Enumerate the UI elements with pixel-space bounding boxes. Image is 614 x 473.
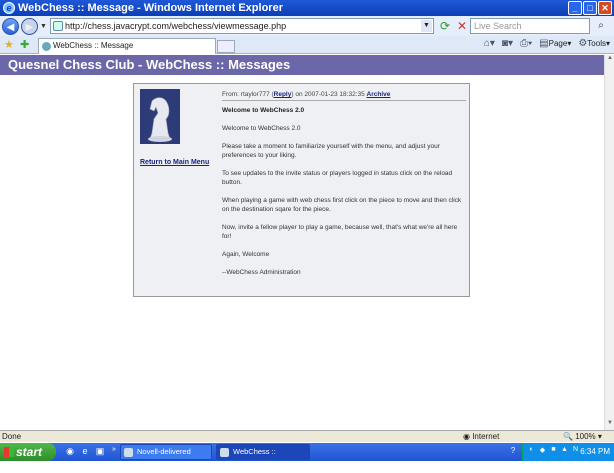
stop-icon[interactable]: ✕	[454, 18, 470, 34]
address-dropdown-icon[interactable]: ▼	[421, 20, 432, 32]
add-favorites-icon[interactable]: ✚	[20, 38, 29, 51]
history-dropdown-icon[interactable]: ▼	[40, 23, 47, 30]
taskbar: start ◉ e ▣ » Novell-delivered Appli... …	[0, 443, 614, 470]
system-tray: ◐ ◆ ■ ▲ N 6:34 PM	[522, 443, 614, 461]
page-icon	[53, 21, 63, 31]
page-icon-small: ▤	[539, 38, 549, 49]
quicklaunch-ie-icon[interactable]: e	[79, 446, 91, 458]
minimize-button[interactable]: _	[568, 1, 582, 15]
forward-button[interactable]: ▶	[21, 17, 38, 35]
app-icon	[124, 448, 133, 457]
scroll-up-icon[interactable]: ▲	[605, 55, 614, 65]
gear-icon: ⚙	[578, 38, 588, 49]
window-controls: _ □ ✕	[568, 1, 612, 15]
ie-taskbar-icon	[220, 448, 229, 457]
address-url: http://chess.javacrypt.com/webchess/view…	[65, 21, 287, 31]
tray-icon[interactable]: ■	[549, 446, 558, 456]
message-paragraph: Please take a moment to familiarize your…	[222, 143, 440, 159]
feeds-icon[interactable]: ◙▾	[502, 38, 513, 49]
tab-bar: ★ ✚ WebChess :: Message ⌂▾ ◙▾ ⎙▾ ▤Page▾ …	[0, 36, 614, 54]
address-bar-row: ◀ ▶ ▼ http://chess.javacrypt.com/webches…	[0, 16, 614, 36]
tab-webchess-message[interactable]: WebChess :: Message	[38, 38, 216, 54]
quicklaunch-icon[interactable]: ▣	[94, 446, 106, 458]
ie-icon: e	[3, 2, 15, 14]
tray-icon[interactable]: N	[571, 446, 580, 456]
message-from: From: rtaylor777 (Reply) on 2007-01-23 1…	[222, 90, 466, 101]
windows-flag-icon	[4, 447, 14, 457]
window-title: WebChess :: Message - Windows Internet E…	[18, 2, 283, 14]
message-panel: Return to Main Menu From: rtaylor777 (Re…	[133, 83, 470, 297]
page-menu[interactable]: ▤Page▾	[539, 38, 571, 49]
tab-label: WebChess :: Message	[53, 41, 134, 50]
window-titlebar: e WebChess :: Message - Windows Internet…	[0, 0, 614, 16]
clock: 6:34 PM	[580, 447, 610, 456]
message-subject: Welcome to WebChess 2.0	[222, 107, 305, 114]
taskbar-item-webchess[interactable]: WebChess :: Messag...	[216, 444, 310, 470]
page-title: Quesnel Chess Club - WebChess :: Message…	[0, 55, 604, 75]
close-button[interactable]: ✕	[598, 1, 612, 15]
message-body: From: rtaylor777 (Reply) on 2007-01-23 1…	[222, 90, 466, 277]
security-zone: ◉ Internet	[463, 432, 500, 441]
message-paragraph: Again, Welcome	[222, 251, 270, 258]
maximize-button[interactable]: □	[583, 1, 597, 15]
home-icon[interactable]: ⌂▾	[484, 38, 495, 49]
favorites-star-icon[interactable]: ★	[4, 38, 14, 51]
tray-icon[interactable]: ▲	[560, 446, 569, 456]
tools-menu[interactable]: ⚙Tools▾	[578, 38, 610, 49]
address-input[interactable]: http://chess.javacrypt.com/webchess/view…	[50, 18, 434, 34]
tab-page-icon	[42, 42, 51, 51]
help-icon[interactable]: ?	[507, 446, 519, 458]
quicklaunch-icon[interactable]: ◉	[64, 446, 76, 458]
zoom-control[interactable]: 🔍 100% ▾	[563, 431, 602, 442]
search-icon[interactable]: ⌕	[592, 18, 610, 34]
reply-link[interactable]: Reply	[274, 91, 292, 98]
tray-icons: ◐ ◆ ■ ▲ N	[527, 446, 580, 456]
return-main-menu-link[interactable]: Return to Main Menu	[140, 159, 209, 166]
print-icon[interactable]: ⎙▾	[520, 38, 532, 49]
message-paragraph: Welcome to WebChess 2.0	[222, 125, 301, 132]
message-paragraph: Now, invite a fellow player to play a ga…	[222, 224, 458, 240]
chess-knight-image	[140, 89, 180, 144]
message-paragraph: To see updates to the invite status or p…	[222, 170, 453, 186]
scroll-down-icon[interactable]: ▼	[605, 420, 614, 430]
archive-link[interactable]: Archive	[367, 91, 391, 98]
status-bar: Done ◉ Internet 🔍 100% ▾	[0, 430, 614, 442]
quicklaunch-more-icon[interactable]: »	[108, 446, 120, 458]
vertical-scrollbar[interactable]: ▲ ▼	[604, 55, 614, 430]
start-button[interactable]: start	[0, 443, 56, 461]
new-tab-button[interactable]	[217, 40, 235, 53]
page-content: Quesnel Chess Club - WebChess :: Message…	[0, 55, 604, 430]
tray-icon[interactable]: ◐	[527, 446, 536, 456]
message-paragraph: --WebChess Administration	[222, 269, 301, 276]
search-input[interactable]: Live Search	[470, 18, 590, 34]
refresh-icon[interactable]: ⟳	[437, 18, 453, 34]
back-button[interactable]: ◀	[2, 17, 19, 35]
message-paragraph: When playing a game with web chess first…	[222, 197, 462, 213]
taskbar-item-novell[interactable]: Novell-delivered Appli...	[120, 444, 212, 470]
status-text: Done	[2, 432, 22, 441]
command-bar: ⌂▾ ◙▾ ⎙▾ ▤Page▾ ⚙Tools▾	[484, 38, 610, 49]
tray-icon[interactable]: ◆	[538, 446, 547, 456]
